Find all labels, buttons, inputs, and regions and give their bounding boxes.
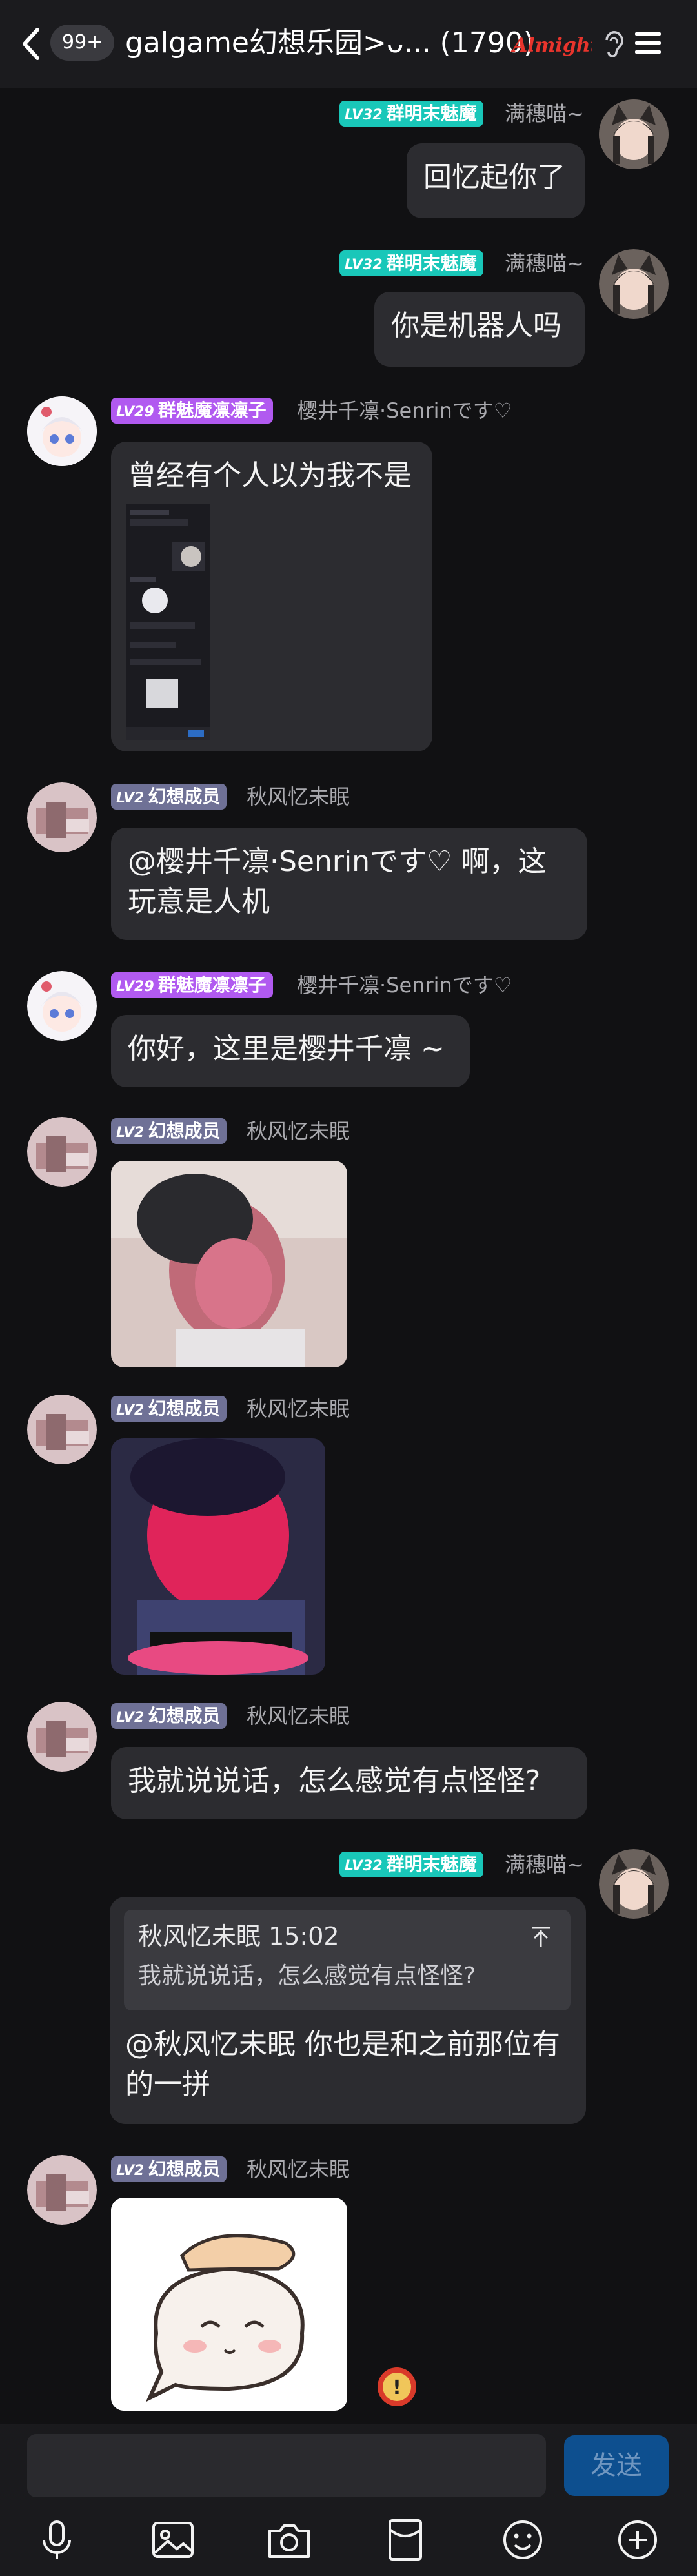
send-button[interactable]: 发送 — [564, 2435, 669, 2496]
message-bubble[interactable]: @樱井千凛·Senrinです♡ 啊，这玩意是人机 — [111, 828, 587, 940]
unread-count-badge[interactable]: 99+ — [50, 25, 115, 61]
meme-image[interactable] — [111, 1161, 347, 1367]
sender-name: 满穗喵~ — [505, 101, 584, 126]
message-bubble[interactable]: 你是机器人吗 — [374, 292, 585, 367]
sender-name: 樱井千凛·Senrinです♡ — [297, 973, 512, 997]
chat-title[interactable]: galgame幻想乐园>ᴗ... (1790) — [125, 22, 534, 65]
sender-name: 秋风忆未眠 — [247, 2157, 350, 2182]
sender-name: 秋风忆未眠 — [247, 784, 350, 809]
avatar[interactable] — [599, 249, 669, 319]
avatar[interactable] — [27, 782, 97, 852]
svg-text:!: ! — [392, 2377, 401, 2399]
screenshot-thumbnail[interactable] — [126, 504, 210, 740]
sender-name: 秋风忆未眠 — [247, 1119, 350, 1143]
avatar[interactable] — [27, 1117, 97, 1187]
emoji-icon[interactable] — [500, 2517, 546, 2563]
level-badge: LV29 群魅魔凛凛子 — [111, 398, 273, 424]
avatar[interactable] — [599, 1849, 669, 1919]
ear-icon[interactable] — [600, 28, 626, 59]
red-packet-icon[interactable] — [382, 2517, 429, 2563]
level-badge: LV32 群明末魅魔 — [339, 1852, 483, 1877]
reaction-emoji-icon[interactable]: ! — [376, 2366, 418, 2408]
level-badge: LV29 群魅魔凛凛子 — [111, 972, 273, 998]
message-bubble[interactable]: 回忆起你了 — [407, 143, 585, 218]
level-badge: LV2 幻想成员 — [111, 2156, 227, 2182]
sender-name: 秋风忆未眠 — [247, 1396, 350, 1421]
image-icon[interactable] — [150, 2517, 196, 2563]
message-text: @秋风忆未眠 你也是和之前那位有的一拼 — [125, 2028, 560, 2101]
quoted-message[interactable]: 秋风忆未眠 15:02 我就说说话，怎么感觉有点怪怪? — [124, 1910, 571, 2010]
message-bubble[interactable]: 曾经有个人以为我不是 — [111, 442, 432, 751]
sticker-image[interactable] — [111, 2198, 347, 2411]
level-badge: LV2 幻想成员 — [111, 784, 227, 810]
meme-image[interactable] — [111, 1438, 325, 1675]
message-input[interactable] — [27, 2434, 546, 2497]
back-arrow-icon[interactable] — [14, 23, 53, 65]
quoted-text: 我就说说话，怎么感觉有点怪怪? — [138, 1963, 476, 1989]
quoted-header: 秋风忆未眠 15:02 — [138, 1922, 339, 1950]
avatar[interactable] — [27, 1395, 97, 1464]
avatar[interactable] — [27, 971, 97, 1041]
microphone-icon[interactable] — [34, 2517, 80, 2563]
message-bubble[interactable]: 我就说说话，怎么感觉有点怪怪? — [111, 1747, 587, 1819]
message-bubble[interactable]: 秋风忆未眠 15:02 我就说说话，怎么感觉有点怪怪? @秋风忆未眠 你也是和之… — [110, 1897, 586, 2124]
level-badge: LV32 群明末魅魔 — [339, 250, 483, 276]
avatar[interactable] — [27, 396, 97, 466]
level-badge: LV2 幻想成员 — [111, 1396, 227, 1422]
jump-to-top-icon[interactable] — [528, 1924, 554, 1950]
bottom-toolbar — [0, 2502, 697, 2576]
menu-icon[interactable] — [632, 28, 665, 58]
level-badge: LV2 幻想成员 — [111, 1703, 227, 1729]
avatar[interactable] — [599, 99, 669, 169]
sender-name: 满穗喵~ — [505, 1852, 584, 1877]
sender-name: 秋风忆未眠 — [247, 1704, 350, 1728]
message-bubble[interactable]: 你好，这里是樱井千凛 ~ — [111, 1015, 470, 1087]
sender-name: 樱井千凛·Senrinです♡ — [297, 398, 512, 423]
level-badge: LV32 群明末魅魔 — [339, 101, 483, 127]
avatar[interactable] — [27, 2155, 97, 2225]
level-badge: LV2 幻想成员 — [111, 1118, 227, 1144]
message-text: 曾经有个人以为我不是 — [128, 459, 412, 492]
almighty-logo: Almighty — [510, 34, 592, 57]
camera-icon[interactable] — [266, 2517, 312, 2563]
svg-text:Almighty: Almighty — [510, 34, 592, 57]
avatar[interactable] — [27, 1702, 97, 1772]
plus-icon[interactable] — [614, 2517, 661, 2563]
sender-name: 满穗喵~ — [505, 251, 584, 276]
